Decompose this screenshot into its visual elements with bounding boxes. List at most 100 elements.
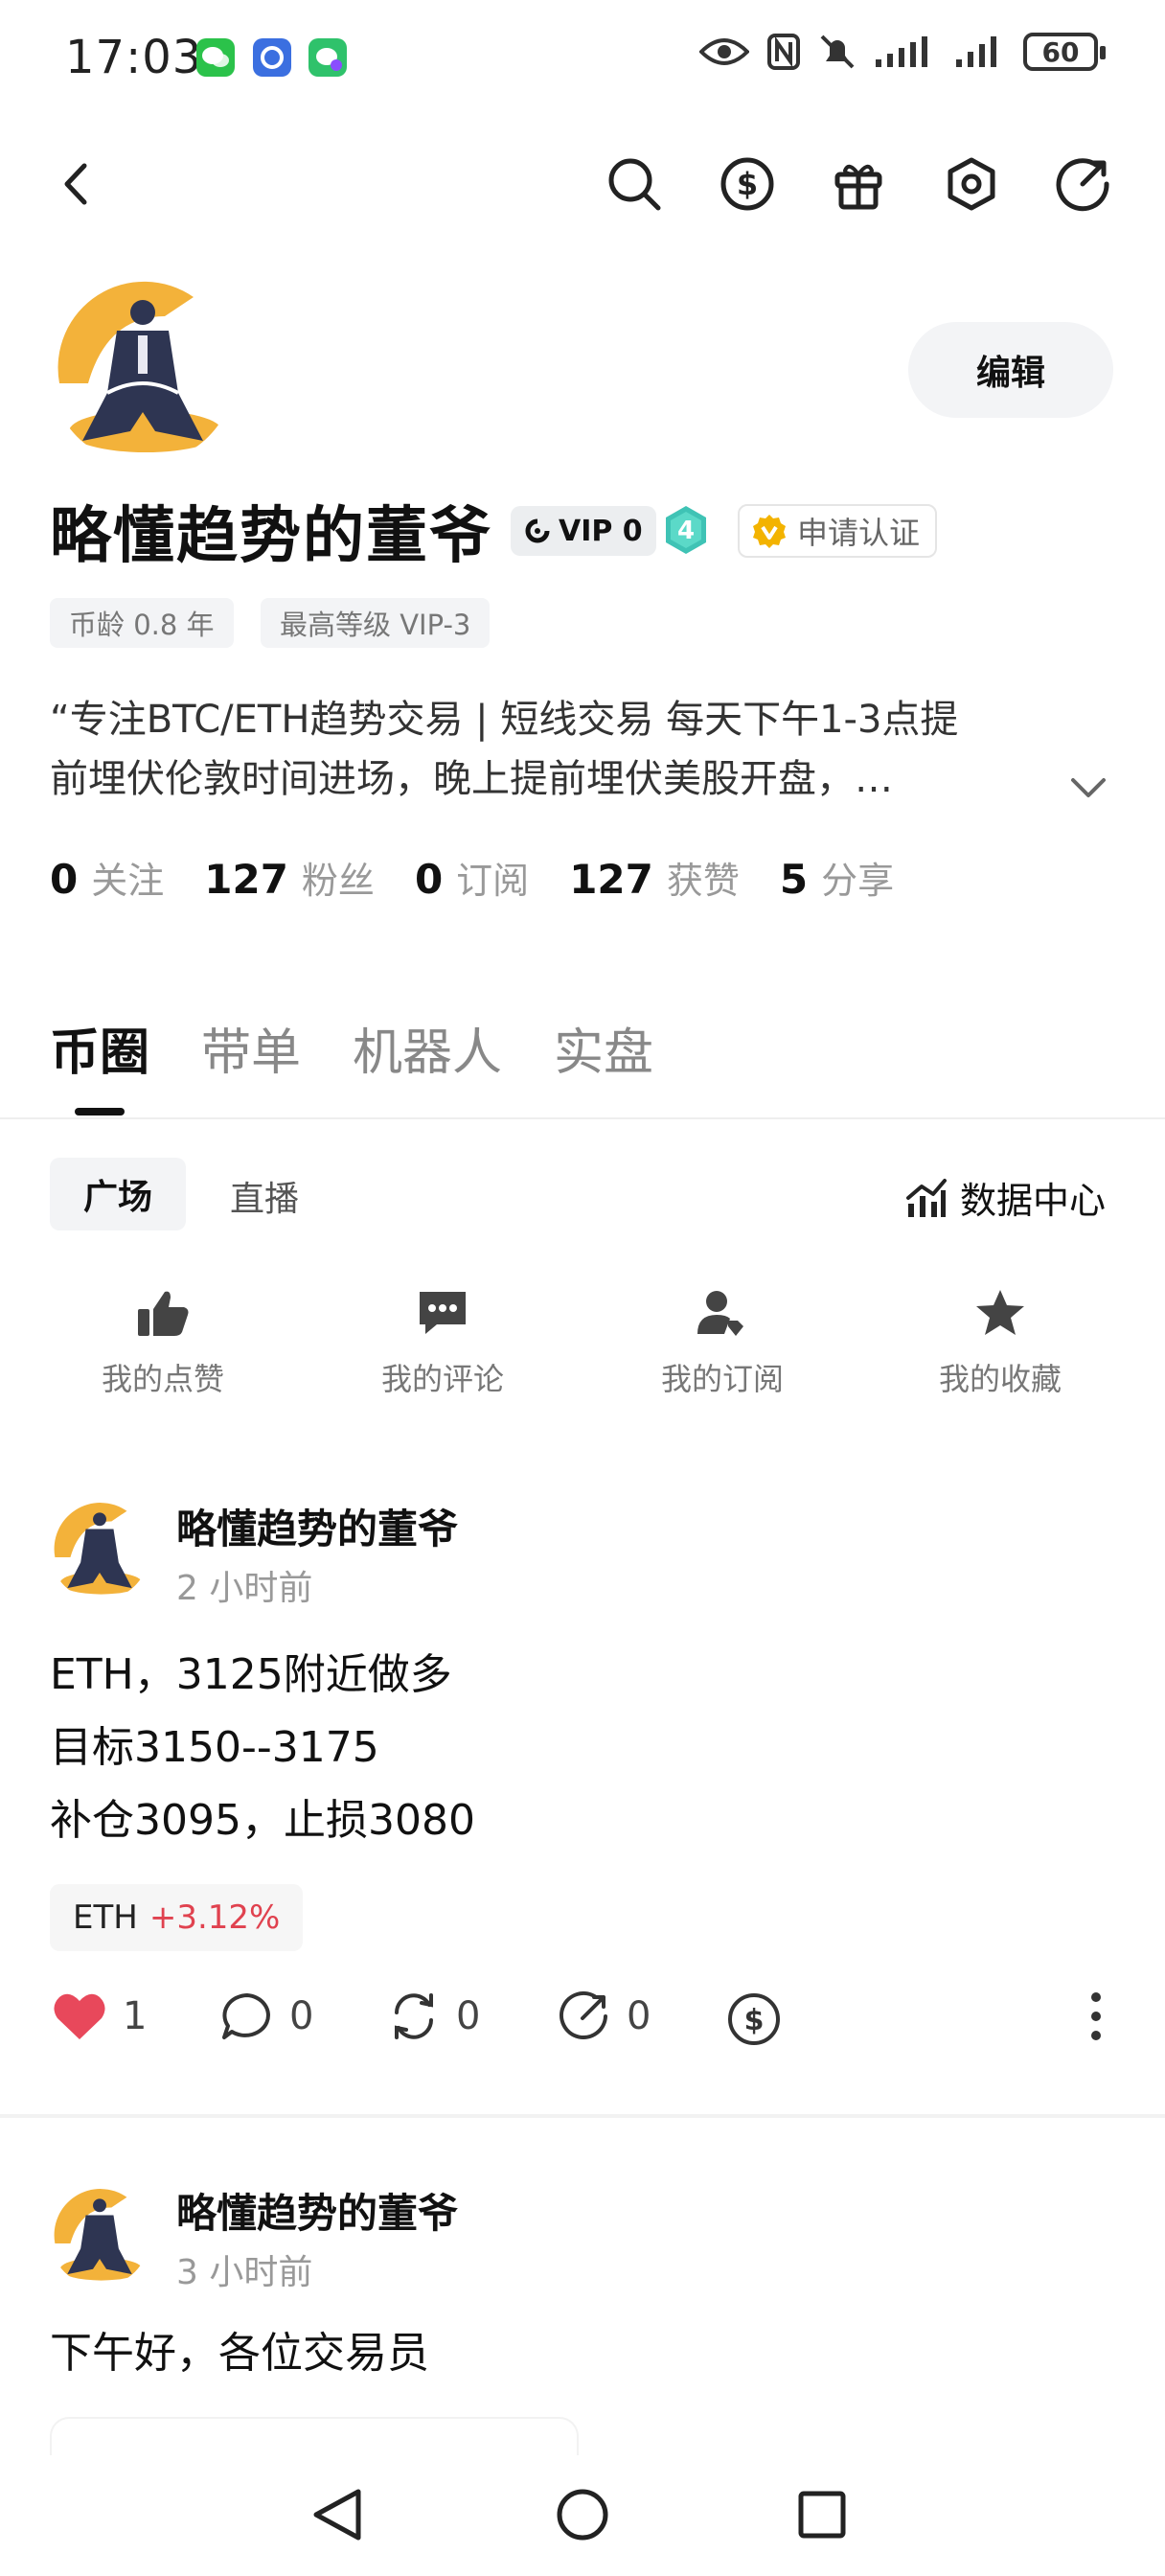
apply-certification-button[interactable]: 申请认证 [738,504,938,558]
eye-icon [699,38,749,65]
stat-shares[interactable]: 5 分享 [780,851,894,904]
tab-crypto-circle[interactable]: 币圈 [50,1012,149,1084]
verified-icon [753,515,786,548]
profile-stats: 0 关注 127 粉丝 0 订阅 127 获赞 5 分享 [50,851,894,904]
user-subscribe-icon [697,1291,743,1336]
wechat-app-icon [196,38,235,77]
quick-label: 我的点赞 [101,1361,224,1397]
nav-recents-icon[interactable] [797,2490,847,2543]
post-line: 补仓3095，止损3080 [50,1796,475,1845]
nav-home-icon[interactable] [556,2488,609,2545]
repost-count: 0 [456,1994,481,2038]
my-comments-button[interactable]: 我的评论 [337,1288,548,1399]
stat-likes[interactable]: 127 获赞 [569,851,740,904]
share-count: 0 [627,1994,651,2038]
post-body[interactable]: 下午好，各位交易员 [50,2317,429,2390]
profile-bio[interactable]: “专注BTC/ETH趋势交易 | 短线交易 每天下午1-3点提 前埋伏伦敦时间进… [50,690,1085,809]
subtab-live[interactable]: 直播 [230,1171,299,1221]
data-center-link[interactable]: 数据中心 [904,1171,1106,1224]
stat-following[interactable]: 0 关注 [50,851,164,904]
post-author-avatar[interactable] [50,1501,149,1600]
battery-indicator: 60 [1023,33,1106,71]
my-subscriptions-button[interactable]: 我的订阅 [617,1288,828,1399]
like-button[interactable]: 1 [52,1991,147,2041]
post-line: ETH，3125附近做多 [50,1650,452,1699]
stat-label: 关注 [91,860,165,902]
bio-line: 前埋伏伦敦时间进场，晚上提前埋伏美股开盘，… [50,757,893,801]
my-favorites-button[interactable]: 我的收藏 [895,1288,1106,1399]
tab-bots[interactable]: 机器人 [353,1012,502,1084]
post-author-avatar[interactable] [50,2187,149,2287]
chart-icon [906,1178,947,1217]
share-post-button[interactable]: 0 [558,1991,651,2041]
comment-count: 0 [289,1994,314,2038]
ticker-change: +3.12% [148,1898,281,1937]
post-separator [0,2114,1165,2118]
app-icon-blue [253,38,291,77]
repost-button[interactable]: 0 [387,1991,480,2041]
post-time: 3 小时前 [176,2253,313,2292]
comment-button[interactable]: 0 [220,1991,313,2041]
bio-line: “专注BTC/ETH趋势交易 | 短线交易 每天下午1-3点提 [50,698,959,742]
share-icon[interactable] [1052,153,1113,215]
share-arrow-icon [560,1991,607,2039]
active-tab-indicator [75,1108,125,1116]
post-author-name[interactable]: 略懂趋势的董爷 [176,1497,458,1555]
dollar-icon[interactable]: $ [717,153,778,215]
subtab-square[interactable]: 广场 [50,1158,186,1230]
repost-icon [395,1993,433,2039]
heart-icon [54,1993,105,2039]
signal-icon-1 [876,36,927,67]
vip-label: VIP 0 [559,514,643,548]
stat-subscriptions[interactable]: 0 订阅 [415,851,529,904]
chevron-down-icon[interactable] [1069,776,1108,803]
avatar[interactable] [50,278,236,464]
search-icon[interactable] [604,153,665,215]
ticker-symbol: ETH [73,1898,138,1937]
edit-button[interactable]: 编辑 [908,322,1113,418]
tip-button[interactable]: $ [726,1991,782,2047]
more-options-icon[interactable] [1090,1991,1102,2041]
stat-value: 5 [779,856,809,903]
data-center-label: 数据中心 [960,1180,1107,1222]
star-icon [976,1290,1024,1335]
cert-label: 申请认证 [797,515,921,551]
stat-value: 0 [50,856,79,903]
quick-label: 我的收藏 [938,1361,1062,1397]
svg-text:$: $ [737,166,758,202]
comment-bubble-icon [222,1993,270,2039]
tab-live-account[interactable]: 实盘 [554,1012,653,1084]
divider [0,1117,1165,1119]
post-card-preview[interactable] [50,2417,579,2457]
nfc-icon [767,34,800,70]
post-author-name[interactable]: 略懂趋势的董爷 [176,2181,458,2240]
stat-value: 0 [414,856,444,903]
settings-icon[interactable] [941,153,1002,215]
gift-icon[interactable] [828,153,889,215]
stat-followers[interactable]: 127 粉丝 [204,851,375,904]
like-count: 1 [123,1994,148,2038]
stat-value: 127 [204,856,288,903]
post-body[interactable]: ETH，3125附近做多 目标3150--3175 补仓3095，止损3080 [50,1639,475,1857]
quick-label: 我的订阅 [660,1361,784,1397]
dollar-circle-icon: $ [728,1993,780,2045]
thumbs-up-icon [138,1291,189,1336]
stat-value: 127 [569,856,653,903]
stat-label: 获赞 [666,860,740,902]
tab-copy-trading[interactable]: 带单 [201,1012,301,1084]
ticker-tag[interactable]: ETH +3.12% [50,1884,304,1951]
my-likes-button[interactable]: 我的点赞 [57,1288,268,1399]
mute-icon [820,34,855,69]
nav-back-icon[interactable] [310,2486,364,2547]
level-badge[interactable]: 4 [663,504,709,556]
signal-icon-2 [956,36,996,67]
back-icon[interactable] [46,153,107,215]
vip-badge[interactable]: VIP 0 [511,506,656,556]
status-icons: 60 [699,33,1106,71]
post-time: 2 小时前 [176,1569,313,1608]
main-tabs: 币圈 带单 机器人 实盘 [50,1012,653,1084]
stat-label: 分享 [821,860,895,902]
profile-name: 略懂趋势的董爷 [50,501,492,572]
post-line: 下午好，各位交易员 [50,2329,429,2378]
vip-logo-icon [525,518,550,543]
